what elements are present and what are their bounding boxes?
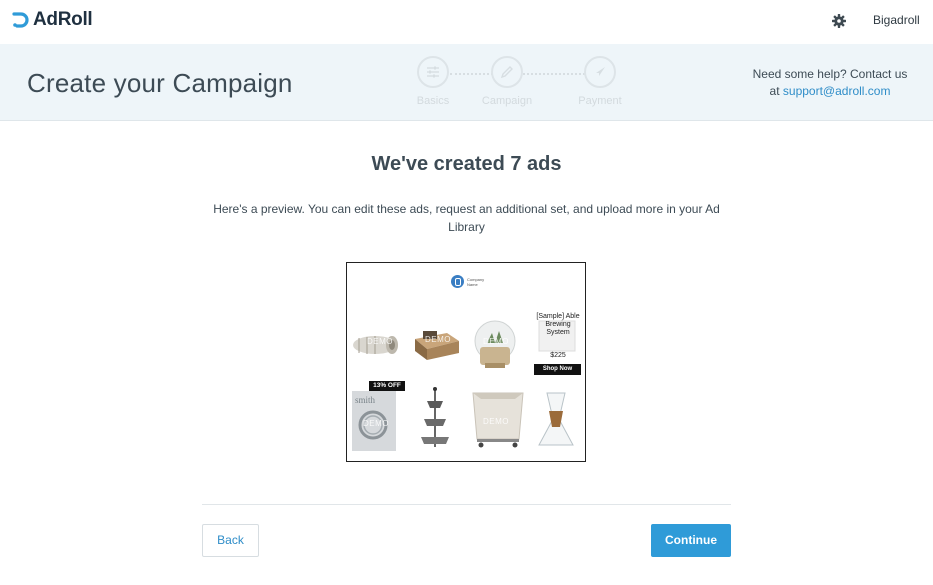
step-payment bbox=[584, 56, 616, 88]
brand-name: AdRoll bbox=[33, 9, 93, 30]
adroll-logo[interactable]: AdRoll bbox=[12, 9, 93, 31]
demo-watermark: DEMO bbox=[425, 335, 451, 344]
step-label-basics: Basics bbox=[416, 95, 450, 107]
ad-preview[interactable]: Company Name DEMO DEMO DEMO DEMO DEMO sm… bbox=[346, 262, 586, 462]
divider bbox=[202, 504, 731, 505]
step-connector bbox=[523, 73, 585, 75]
page-title: Create your Campaign bbox=[27, 68, 293, 98]
product-images bbox=[352, 320, 576, 451]
adroll-logo-icon bbox=[12, 12, 29, 28]
demo-watermark: DEMO bbox=[483, 337, 509, 346]
step-campaign bbox=[491, 56, 523, 88]
step-connector bbox=[450, 73, 493, 75]
pencil-icon bbox=[500, 66, 513, 79]
step-basics bbox=[417, 56, 449, 88]
help-at: at bbox=[769, 84, 780, 98]
rocket-icon bbox=[596, 67, 605, 76]
sliders-icon bbox=[427, 66, 439, 78]
continue-button[interactable]: Continue bbox=[651, 524, 731, 557]
demo-watermark: DEMO bbox=[483, 417, 509, 426]
preview-description: Here's a preview. You can edit these ads… bbox=[213, 202, 720, 234]
page-header: Create your Campaign Basics Campaign Pay… bbox=[0, 44, 933, 121]
discount-badge: 13% OFF bbox=[369, 381, 405, 391]
product-title: [Sample] Able Brewing System bbox=[536, 313, 580, 336]
ads-created-heading: We've created 7 ads bbox=[371, 153, 562, 175]
product-tiered-stand bbox=[421, 387, 449, 447]
back-button[interactable]: Back bbox=[202, 524, 259, 557]
help-text: Need some help? Contact us bbox=[752, 67, 908, 81]
help-contact: Need some help? Contact us at support@ad… bbox=[740, 66, 920, 100]
demo-watermark: DEMO bbox=[367, 337, 393, 346]
top-bar: AdRoll Bigadroll bbox=[0, 0, 933, 44]
support-email-link[interactable]: support@adroll.com bbox=[783, 84, 891, 98]
gear-icon[interactable] bbox=[831, 13, 847, 29]
step-label-payment: Payment bbox=[578, 95, 622, 107]
user-menu[interactable]: Bigadroll bbox=[873, 13, 920, 27]
product-chemex bbox=[538, 392, 574, 446]
step-label-campaign: Campaign bbox=[481, 95, 533, 107]
magazine-title: smith bbox=[355, 395, 376, 405]
shop-now-button[interactable]: Shop Now bbox=[534, 364, 581, 375]
product-price: $225 bbox=[550, 352, 566, 359]
demo-watermark: DEMO bbox=[363, 419, 389, 428]
